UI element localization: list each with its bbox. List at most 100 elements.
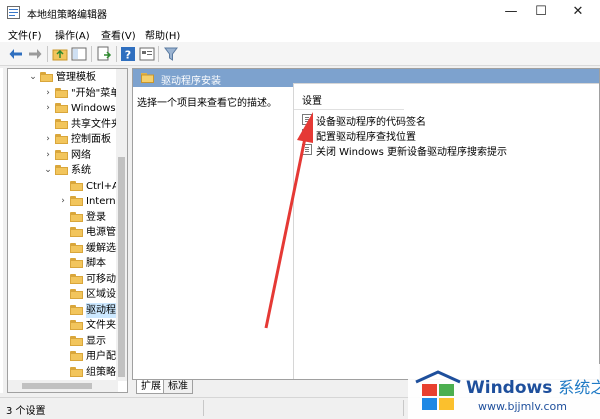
folder-icon (141, 73, 154, 83)
tree-item-label: 显示 (86, 335, 106, 347)
chevron-down-icon[interactable]: ⌄ (43, 163, 53, 178)
tree-item-label: Windows (71, 103, 116, 114)
folder-icon (70, 211, 83, 222)
tab-extended[interactable]: 扩展 (136, 380, 166, 394)
folder-icon (70, 320, 83, 330)
setting-page-icon (302, 144, 312, 155)
policy-editor-icon (7, 6, 20, 19)
navigation-tree[interactable]: ⌄ 管理模板 › "开始"菜单 › Windows 共享文件夹 › 控制面板 › 网络 ⌄ 系统 Ctrl… (7, 68, 128, 393)
tree-item-label: 组策略 (86, 366, 116, 378)
folder-icon (70, 273, 83, 284)
menu-bar: 文件(F) 操作(A) 查看(V) 帮助(H) (0, 26, 600, 42)
export-list-icon[interactable] (96, 46, 112, 62)
folder-icon (70, 242, 83, 253)
chevron-right-icon[interactable]: › (43, 101, 53, 116)
tree-item[interactable]: 可移动存储 (8, 272, 127, 287)
menu-view[interactable]: 查看(V) (101, 27, 136, 42)
tree-item-label: "开始"菜单 (71, 87, 121, 99)
tree-item[interactable]: 登录 (8, 210, 118, 225)
tree-item[interactable]: 电源管理 (8, 225, 126, 240)
close-button[interactable]: ✕ (560, 2, 596, 24)
setting-label: 关闭 Windows 更新设备驱动程序搜索提示 (316, 147, 507, 158)
tree-item[interactable]: › 控制面板 (8, 132, 118, 147)
svg-text:?: ? (125, 49, 131, 62)
tree-item[interactable]: 文件夹重定向 (8, 318, 127, 333)
tree-item-label: 管理模板 (56, 72, 96, 83)
tree-item[interactable]: › 网络 (8, 148, 118, 163)
chevron-right-icon[interactable]: › (43, 86, 53, 101)
tree-item[interactable]: ⌄ 管理模板 (8, 70, 118, 85)
properties-icon[interactable] (139, 46, 155, 62)
site-watermark: Windows 系统之家 www.bjjmlv.com (408, 364, 600, 419)
help-icon[interactable]: ? (120, 46, 136, 62)
folder-icon (40, 72, 53, 82)
forward-arrow-icon[interactable] (27, 46, 43, 62)
toolbar-separator (91, 46, 92, 62)
watermark-brand: Windows (466, 378, 553, 398)
tree-item[interactable]: 用户配置 (8, 349, 126, 364)
scroll-thumb[interactable] (118, 157, 125, 377)
tree-item[interactable]: › Internet (8, 194, 126, 209)
filter-icon[interactable] (163, 46, 179, 62)
left-edge-strip (0, 68, 3, 393)
toolbar-separator (158, 46, 159, 62)
toolbar: ? (0, 42, 600, 66)
chevron-right-icon[interactable]: › (58, 194, 68, 209)
tree-item[interactable]: Ctrl+Alt (8, 179, 126, 194)
tree-item[interactable]: 驱动程序安装 (8, 302, 127, 318)
tree-item[interactable]: › Windows (8, 101, 118, 116)
tree-item[interactable]: 显示 (8, 334, 118, 349)
toolbar-separator (116, 46, 117, 62)
watermark-brand-cn: 系统之家 (558, 378, 600, 397)
tree-item[interactable]: › "开始"菜单 (8, 86, 121, 101)
setting-page-icon (302, 129, 312, 140)
tree-item[interactable]: ⌄ 系统 (8, 163, 118, 178)
tree-horizontal-scrollbar[interactable] (8, 380, 118, 392)
folder-icon (55, 118, 68, 129)
folder-icon (70, 335, 83, 346)
folder-icon (55, 165, 68, 175)
tree-item[interactable]: 组策略 (8, 365, 118, 380)
chevron-right-icon[interactable]: › (43, 132, 53, 147)
description-text: 选择一个项目来查看它的描述。 (137, 98, 277, 109)
column-header-setting[interactable]: 设置 (302, 92, 322, 107)
up-folder-icon[interactable] (52, 46, 68, 62)
windows-logo-icon (415, 370, 461, 410)
tree-item-label: 登录 (86, 211, 106, 223)
menu-help[interactable]: 帮助(H) (145, 27, 180, 42)
maximize-button[interactable]: ☐ (523, 2, 559, 24)
status-divider (403, 400, 404, 416)
folder-icon (55, 103, 68, 113)
tree-item[interactable]: 区域设置 (8, 287, 126, 302)
tree-item[interactable]: 共享文件夹 (8, 117, 121, 132)
tree-vertical-scrollbar[interactable] (116, 69, 127, 381)
show-hide-tree-icon[interactable] (71, 46, 87, 62)
folder-icon (70, 258, 83, 268)
folder-icon (70, 366, 83, 377)
folder-icon (70, 351, 83, 361)
status-text: 3 个设置 (6, 406, 46, 417)
watermark-url: www.bjjmlv.com (478, 400, 567, 413)
tree-item-label: 系统 (71, 165, 91, 176)
back-arrow-icon[interactable] (8, 46, 24, 62)
folder-icon (55, 134, 68, 144)
tree-item[interactable]: 脚本 (8, 256, 118, 271)
column-divider (294, 109, 404, 110)
tree-item-label: 网络 (71, 149, 91, 161)
folder-icon (70, 196, 83, 206)
tab-standard[interactable]: 标准 (163, 380, 193, 394)
tree-item[interactable]: 缓解选项 (8, 241, 126, 256)
toolbar-separator (47, 46, 48, 62)
menu-action[interactable]: 操作(A) (55, 27, 90, 42)
watermark-title: Windows 系统之家 (466, 374, 600, 398)
chevron-right-icon[interactable]: › (43, 148, 53, 163)
folder-icon (70, 180, 83, 191)
window-title: 本地组策略编辑器 (27, 10, 107, 21)
settings-list: 设置 设备驱动程序的代码签名 配置驱动程序查找位置 关闭 Windows 更新设… (293, 83, 599, 379)
status-divider (203, 400, 204, 416)
tree-item-label: 控制面板 (71, 134, 111, 145)
chevron-down-icon[interactable]: ⌄ (28, 70, 38, 85)
tree-item-label: 脚本 (86, 258, 106, 269)
scroll-thumb[interactable] (22, 383, 92, 389)
menu-file[interactable]: 文件(F) (8, 27, 42, 42)
